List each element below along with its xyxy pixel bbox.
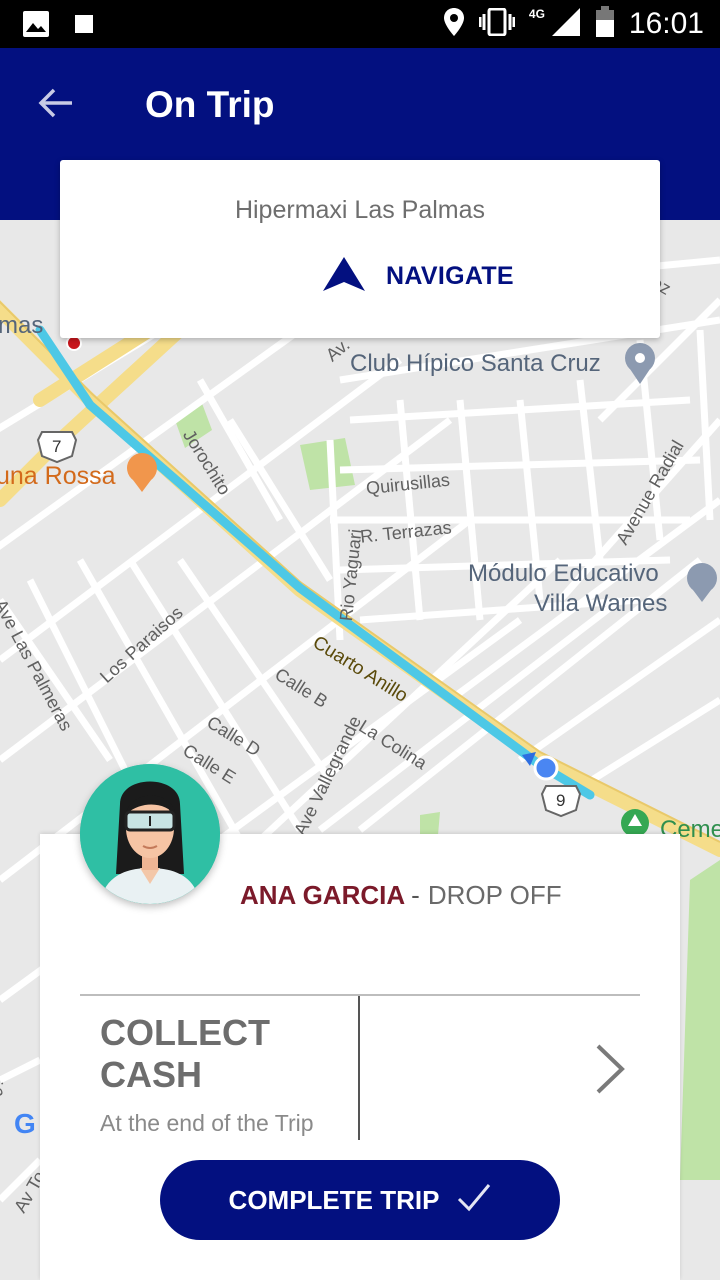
map-label-modulo-1: Módulo Educativo [468, 560, 659, 587]
vibrate-icon [478, 7, 516, 41]
google-logo: G [14, 1108, 36, 1139]
destination-name: Hipermaxi Las Palmas [234, 196, 486, 224]
signal-icon [551, 7, 581, 42]
page-title: On Trip [145, 84, 275, 125]
divider-vertical [358, 996, 360, 1140]
complete-trip-label: COMPLETE TRIP [228, 1184, 440, 1215]
rider-name: ANA GARCIA [240, 880, 406, 910]
clock: 16:01 [628, 7, 704, 40]
chevron-right-icon [590, 1044, 630, 1100]
map-label-una-rossa: una Rossa [0, 462, 116, 490]
check-icon [457, 1183, 491, 1218]
location-icon [443, 7, 465, 42]
payment-details-button[interactable] [590, 1042, 630, 1096]
navigate-label: NAVIGATE [386, 261, 514, 290]
navigation-arrow-icon [322, 256, 366, 297]
battery-icon [595, 5, 615, 43]
image-icon [22, 10, 50, 43]
map-label-modulo-2: Villa Warnes [534, 590, 668, 617]
complete-trip-button[interactable]: COMPLETE TRIP [160, 1160, 560, 1240]
payment-subtitle: At the end of the Trip [100, 1110, 314, 1136]
route-shield-9: 9 [556, 791, 566, 810]
square-icon [74, 14, 94, 39]
route-shield-7: 7 [52, 437, 62, 456]
status-bar: 4G 16:01 [0, 0, 720, 48]
network-type: 4G [528, 7, 545, 21]
arrow-back-icon [38, 87, 74, 124]
map-label-club: Club Hípico Santa Cruz [350, 350, 601, 377]
back-button[interactable] [30, 82, 82, 128]
navigate-button[interactable]: NAVIGATE [260, 250, 530, 302]
trip-type: DROP OFF [427, 880, 562, 910]
payment-title: COLLECT CASH [100, 1012, 270, 1095]
destination-card: Hipermaxi Las Palmas NAVIGATE [60, 160, 660, 338]
rider-separator: - [411, 880, 420, 910]
map-label-mas: mas [0, 312, 44, 339]
rider-info: ANA GARCIA - DROP OFF [240, 880, 562, 911]
divider [80, 994, 640, 996]
rider-avatar-icon [80, 764, 220, 904]
